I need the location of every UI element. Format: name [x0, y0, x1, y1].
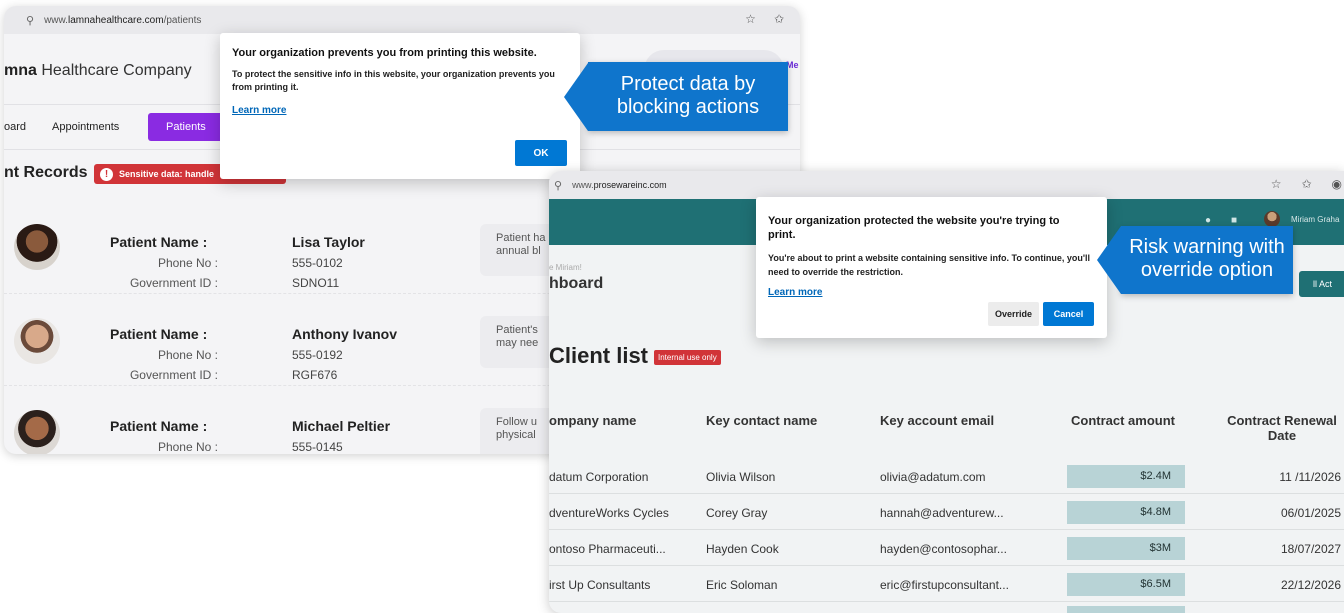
- dialog-body: To protect the sensitive info in this we…: [232, 69, 555, 92]
- dialog-body: You're about to print a website containi…: [768, 253, 1090, 277]
- column-header-renewal[interactable]: Contract Renewal Date: [1221, 413, 1343, 443]
- renewal-date-cell: 06/01/2025: [1280, 506, 1341, 520]
- ok-button[interactable]: OK: [515, 140, 567, 166]
- company-name: mna Healthcare Company: [4, 62, 192, 79]
- learn-more-link[interactable]: Learn more: [232, 105, 286, 116]
- column-header-amount[interactable]: Contract amount: [1071, 413, 1175, 428]
- company-cell: irst Up Consultants: [549, 578, 651, 592]
- table-row[interactable]: [549, 602, 1344, 613]
- print-warning-dialog: Your organization protected the website …: [756, 197, 1107, 338]
- dialog-title: Your organization protected the website …: [768, 215, 1060, 241]
- phone-label: Phone No :: [157, 256, 218, 270]
- amount-cell: $4.8M: [1067, 501, 1185, 524]
- override-button[interactable]: Override: [988, 302, 1039, 326]
- collections-icon[interactable]: ✩: [1301, 177, 1311, 191]
- amount-cell: $3M: [1067, 537, 1185, 560]
- company-cell: ontoso Pharmaceuti...: [549, 542, 666, 556]
- profile-icon[interactable]: ◉: [1332, 177, 1342, 191]
- patient-name: Michael Peltier: [292, 418, 391, 434]
- patient-avatar: [14, 224, 60, 270]
- patient-avatar: [14, 318, 60, 364]
- patient-gov-id: SDNO11: [292, 276, 340, 290]
- internal-use-badge: Internal use only: [654, 350, 721, 365]
- amount-cell: [1067, 606, 1185, 613]
- column-header-email[interactable]: Key account email: [880, 413, 994, 428]
- table-row[interactable]: datum Corporation Olivia Wilson olivia@a…: [549, 458, 1344, 494]
- collections-icon[interactable]: ✩: [774, 12, 784, 26]
- contact-cell: Eric Soloman: [706, 578, 778, 592]
- dialog-title: Your organization prevents you from prin…: [232, 47, 537, 59]
- patient-avatar: [14, 410, 60, 454]
- phone-label: Phone No :: [157, 440, 218, 454]
- renewal-date-cell: 22/12/2026: [1280, 578, 1341, 592]
- cancel-button[interactable]: Cancel: [1043, 302, 1094, 326]
- callout-block-actions: Protect data by blocking actions: [564, 62, 788, 131]
- contact-cell: Corey Gray: [706, 506, 768, 520]
- callout-risk-warning: Risk warning with override option: [1097, 226, 1293, 294]
- learn-more-link[interactable]: Learn more: [768, 287, 822, 298]
- gov-id-label: Government ID :: [129, 368, 218, 382]
- phone-label: Phone No :: [157, 348, 218, 362]
- renewal-date-cell: 18/07/2027: [1280, 542, 1341, 556]
- patient-phone: 555-0145: [292, 440, 343, 454]
- patient-name-label: Patient Name :: [110, 234, 208, 250]
- favorite-icon[interactable]: ☆: [1271, 177, 1282, 191]
- patient-gov-id: RGF676: [292, 368, 338, 382]
- patient-phone: 555-0102: [292, 256, 343, 270]
- table-row[interactable]: dventureWorks Cycles Corey Gray hannah@a…: [549, 494, 1344, 530]
- amount-cell: $6.5M: [1067, 573, 1185, 596]
- user-name: Miriam Graha: [1291, 215, 1340, 224]
- column-header-contact[interactable]: Key contact name: [706, 413, 817, 428]
- alert-icon: !: [100, 167, 113, 181]
- patient-name: Lisa Taylor: [292, 234, 365, 250]
- print-blocked-dialog: Your organization prevents you from prin…: [220, 33, 580, 179]
- user-avatar[interactable]: [1264, 211, 1280, 227]
- email-cell: hannah@adventurew...: [880, 506, 1004, 520]
- gov-id-label: Government ID :: [129, 276, 218, 290]
- address-bar[interactable]: ⚲ www.lamnahealthcare.com/patients ☆ ✩: [4, 6, 800, 34]
- url-text[interactable]: www.lamnahealthcare.com/patients: [44, 15, 201, 26]
- tab-appointments[interactable]: Appointments: [52, 113, 119, 141]
- dashboard-title: hboard: [549, 275, 604, 292]
- patient-name-label: Patient Name :: [110, 326, 208, 342]
- email-cell: olivia@adatum.com: [880, 470, 986, 484]
- client-list-title: Client list: [549, 343, 649, 368]
- patient-name-label: Patient Name :: [110, 418, 208, 434]
- company-cell: datum Corporation: [549, 470, 649, 484]
- tab-dashboard[interactable]: oard: [4, 113, 26, 141]
- table-row[interactable]: ontoso Pharmaceuti... Hayden Cook hayden…: [549, 530, 1344, 566]
- email-cell: hayden@contosophar...: [880, 542, 1007, 556]
- email-cell: eric@firstupconsultant...: [880, 578, 1009, 592]
- tab-patients[interactable]: Patients: [148, 113, 224, 141]
- amount-cell: $2.4M: [1067, 465, 1185, 488]
- settings-icon[interactable]: ●: [1205, 215, 1211, 226]
- address-bar[interactable]: ⚲ www.prosewareinc.com ☆ ✩ ◉: [549, 171, 1344, 199]
- page-title: nt Records: [4, 164, 88, 181]
- company-cell: dventureWorks Cycles: [549, 506, 669, 520]
- contact-cell: Hayden Cook: [706, 542, 779, 556]
- renewal-date-cell: 11 /11/2026: [1279, 470, 1341, 484]
- patient-name: Anthony Ivanov: [292, 326, 398, 342]
- search-icon: ⚲: [554, 179, 563, 192]
- welcome-text: e Miriam!: [549, 263, 582, 272]
- table-row[interactable]: irst Up Consultants Eric Soloman eric@fi…: [549, 566, 1344, 602]
- favorite-icon[interactable]: ☆: [745, 12, 756, 26]
- search-icon: ⚲: [26, 14, 35, 27]
- patient-phone: 555-0192: [292, 348, 343, 362]
- column-header-company[interactable]: ompany name: [549, 413, 636, 428]
- url-text[interactable]: www.prosewareinc.com: [572, 180, 667, 190]
- contact-cell: Olivia Wilson: [706, 470, 776, 484]
- chat-icon[interactable]: ■: [1231, 215, 1237, 226]
- all-activity-button[interactable]: ll Act: [1299, 271, 1344, 297]
